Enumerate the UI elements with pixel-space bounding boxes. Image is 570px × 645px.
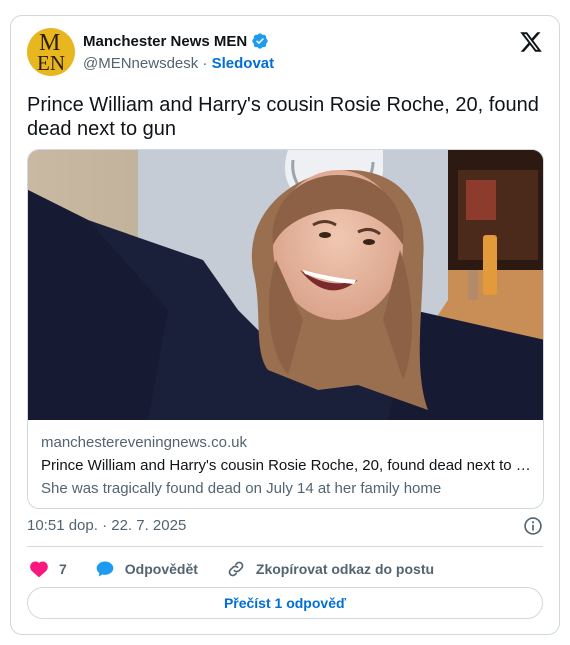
action-bar: 7 Odpovědět Zkopírovat odkaz do postu <box>29 559 462 579</box>
link-domain[interactable]: manchestereveningnews.co.uk <box>41 433 530 453</box>
x-logo-icon[interactable] <box>519 30 543 54</box>
link-description: She was tragically found dead on July 14… <box>41 480 442 497</box>
read-replies-button[interactable]: Přečíst 1 odpověď <box>27 587 543 619</box>
link-chain-icon <box>228 561 244 577</box>
article-photo[interactable] <box>28 150 544 420</box>
author-display-name[interactable]: Manchester News MEN <box>83 33 247 50</box>
reply-label: Odpovědět <box>124 561 198 577</box>
divider <box>27 546 543 547</box>
link-meta: manchestereveningnews.co.uk Prince Willi… <box>41 433 531 499</box>
verified-badge-icon <box>252 33 268 49</box>
follow-link[interactable]: Sledovat <box>212 55 275 72</box>
avatar-letters-en: EN <box>37 51 65 75</box>
tweet-embed-card: M EN Manchester News MEN @MENnewsdesk · … <box>10 15 560 635</box>
tweet-header: M EN Manchester News MEN @MENnewsdesk · … <box>27 28 543 78</box>
link-title[interactable]: Prince William and Harry's cousin Rosie … <box>41 456 531 476</box>
author-name-row: Manchester News MEN <box>83 32 269 50</box>
copy-link-label: Zkopírovat odkaz do postu <box>255 561 435 577</box>
info-icon[interactable] <box>523 516 543 536</box>
like-button[interactable]: 7 <box>29 559 67 579</box>
author-avatar[interactable]: M EN <box>27 28 75 76</box>
reply-bubble-icon <box>96 561 114 577</box>
heart-icon <box>30 561 48 578</box>
author-handle[interactable]: @MENnewsdesk <box>83 55 198 72</box>
handle-separator: · <box>198 55 212 72</box>
copy-link-button[interactable]: Zkopírovat odkaz do postu <box>226 559 434 579</box>
author-handle-row: @MENnewsdesk · Sledovat <box>83 55 274 72</box>
tweet-timestamp[interactable]: 10:51 dop. · 22. 7. 2025 <box>27 517 186 534</box>
link-preview-card[interactable]: manchestereveningnews.co.uk Prince Willi… <box>27 149 544 509</box>
tweet-text: Prince William and Harry's cousin Rosie … <box>27 94 539 140</box>
reply-button[interactable]: Odpovědět <box>95 559 198 579</box>
like-count: 7 <box>59 561 67 577</box>
